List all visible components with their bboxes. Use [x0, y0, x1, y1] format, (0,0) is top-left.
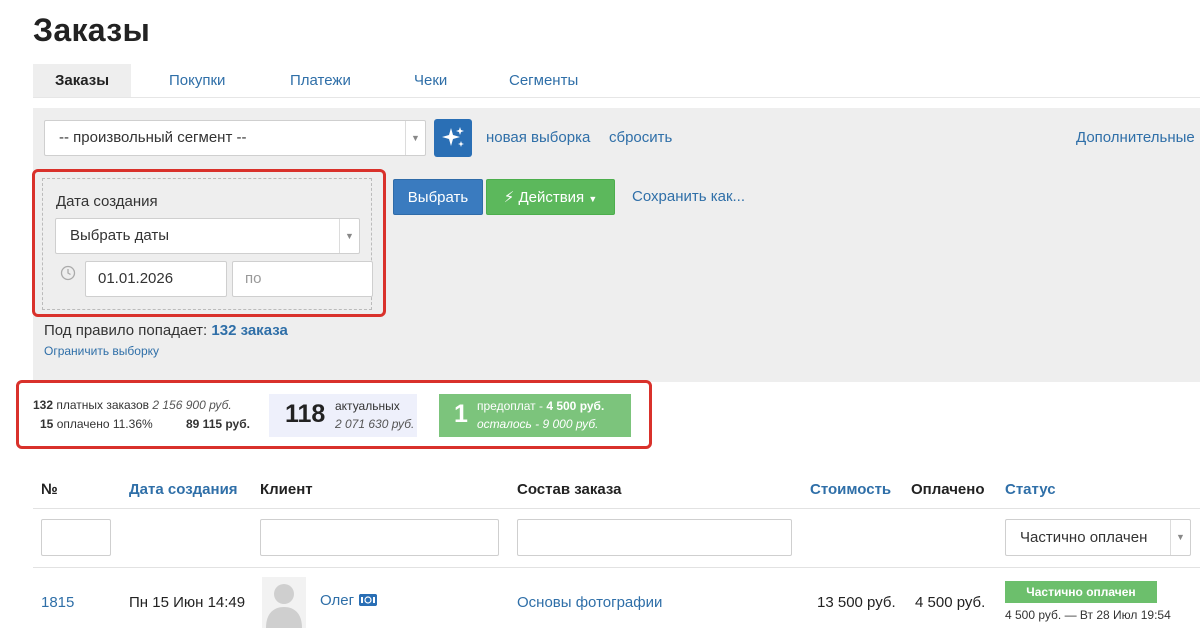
tab-receipts[interactable]: Чеки	[414, 64, 447, 97]
caret-down-icon: ▼	[588, 194, 598, 204]
segment-select[interactable]: -- произвольный сегмент -- ▼	[44, 120, 426, 156]
actions-button-label: Действия	[518, 189, 585, 206]
table-header-divider	[33, 508, 1200, 509]
column-client: Клиент	[260, 481, 313, 498]
highlight-frame	[32, 169, 386, 317]
select-button[interactable]: Выбрать	[393, 179, 483, 215]
tab-purchases[interactable]: Покупки	[169, 64, 225, 97]
number-filter-input[interactable]	[41, 519, 111, 556]
actions-dropdown-button[interactable]: ⚡ Действия ▼	[486, 179, 615, 215]
composition-filter-input[interactable]	[517, 519, 792, 556]
lightning-icon: ⚡	[503, 189, 515, 206]
order-cost: 13 500 руб.	[817, 594, 896, 611]
status-badge: Частично оплачен	[1005, 581, 1157, 603]
status-filter-select[interactable]: Частично оплачен ▼	[1005, 519, 1191, 556]
rule-summary: Под правило попадает: 132 заказа	[44, 322, 288, 339]
rule-count[interactable]: 132 заказа	[211, 322, 287, 339]
segment-select-value: -- произвольный сегмент --	[59, 129, 247, 146]
client-filter-input[interactable]	[260, 519, 499, 556]
highlight-frame	[16, 380, 652, 449]
order-product-link[interactable]: Основы фотографии	[517, 594, 662, 611]
avatar	[262, 577, 306, 628]
id-card-icon	[359, 594, 377, 606]
order-paid: 4 500 руб.	[915, 594, 986, 611]
chevron-down-icon: ▼	[405, 121, 425, 155]
client-name-link[interactable]: Олег	[320, 592, 354, 609]
limit-selection-link[interactable]: Ограничить выборку	[44, 344, 159, 358]
row-divider	[33, 567, 1200, 568]
tab-payments[interactable]: Платежи	[290, 64, 351, 97]
new-selection-link[interactable]: новая выборка	[486, 129, 590, 146]
tab-orders[interactable]: Заказы	[33, 64, 131, 97]
status-note: 4 500 руб. — Вт 28 Июл 19:54	[1005, 608, 1171, 622]
save-as-link[interactable]: Сохранить как...	[632, 188, 745, 205]
tabs-divider	[33, 97, 1200, 98]
column-composition: Состав заказа	[517, 481, 622, 498]
column-cost[interactable]: Стоимость	[810, 481, 891, 498]
magic-filter-button[interactable]	[434, 119, 472, 157]
sparkle-icon	[442, 127, 464, 147]
reset-link[interactable]: сбросить	[609, 129, 672, 146]
tab-segments[interactable]: Сегменты	[509, 64, 578, 97]
more-filters-link[interactable]: Дополнительные	[1076, 129, 1195, 146]
column-created[interactable]: Дата создания	[129, 481, 238, 498]
order-created: Пн 15 Июн 14:49	[129, 594, 246, 611]
rule-prefix: Под правило попадает:	[44, 322, 208, 339]
status-filter-value: Частично оплачен	[1020, 529, 1148, 546]
page-title: Заказы	[33, 12, 151, 48]
order-id-link[interactable]: 1815	[41, 594, 74, 611]
column-number: №	[41, 481, 58, 498]
chevron-down-icon: ▼	[1170, 520, 1190, 555]
column-paid: Оплачено	[911, 481, 985, 498]
column-status[interactable]: Статус	[1005, 481, 1056, 498]
